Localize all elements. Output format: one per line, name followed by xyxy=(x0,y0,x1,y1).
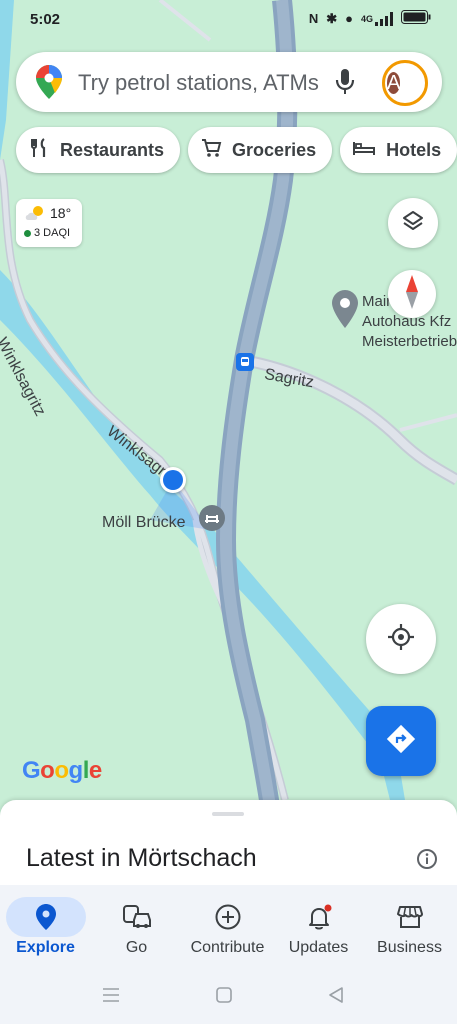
current-location-dot[interactable] xyxy=(160,467,186,493)
signal-icon: 4G xyxy=(360,11,393,26)
directions-button[interactable] xyxy=(366,706,436,776)
back-icon[interactable] xyxy=(328,987,344,1008)
explore-pin-icon xyxy=(5,897,86,937)
avatar[interactable]: A xyxy=(382,60,428,106)
nav-label: Business xyxy=(377,939,442,956)
compass-button[interactable] xyxy=(388,270,436,318)
partly-cloudy-icon xyxy=(24,204,46,227)
my-location-button[interactable] xyxy=(366,604,436,674)
bus-stop-icon[interactable] xyxy=(236,353,254,371)
nav-go[interactable]: Go xyxy=(91,885,182,965)
nav-label: Explore xyxy=(16,939,75,956)
layers-button[interactable] xyxy=(388,198,438,248)
nav-label: Updates xyxy=(288,939,349,956)
avatar-letter: A xyxy=(387,72,401,94)
map-canvas[interactable] xyxy=(0,0,457,820)
layers-icon xyxy=(401,209,425,238)
network-type: 4G xyxy=(360,13,373,24)
location-icon: ● xyxy=(345,11,353,26)
menu-icon[interactable] xyxy=(102,987,120,1008)
status-bar: 5:02 N ✱ ● 4G xyxy=(0,0,457,40)
nav-contribute[interactable]: Contribute xyxy=(182,885,273,965)
cart-icon xyxy=(200,137,222,164)
nav-label: Contribute xyxy=(190,939,265,956)
commute-icon xyxy=(97,897,177,937)
bottom-nav: Explore Go Contribute Updates Business xyxy=(0,885,457,965)
storefront-icon xyxy=(370,897,450,937)
nav-explore[interactable]: Explore xyxy=(0,885,91,965)
nav-business[interactable]: Business xyxy=(364,885,455,965)
bed-icon xyxy=(352,137,376,164)
add-circle-icon xyxy=(188,897,268,937)
bluetooth-icon: ✱ xyxy=(326,10,338,26)
sheet-drag-handle[interactable] xyxy=(212,812,244,816)
map-view[interactable]: Winklsagritz Winklsagri Sagritz Möll Brü… xyxy=(0,0,457,820)
chip-restaurants[interactable]: Restaurants xyxy=(16,127,181,173)
restaurant-icon xyxy=(28,137,50,164)
chip-label: Restaurants xyxy=(60,139,165,160)
nav-updates[interactable]: Updates xyxy=(273,885,364,965)
google-logo: Google xyxy=(22,757,102,784)
chip-label: Hotels xyxy=(386,139,442,160)
category-chips: Restaurants Groceries Hotels xyxy=(16,127,457,173)
home-icon[interactable] xyxy=(216,987,232,1008)
bell-icon xyxy=(279,897,359,937)
sheet-title: Latest in Mörtschach xyxy=(26,844,257,872)
nfc-icon: N xyxy=(308,11,319,26)
crosshair-icon xyxy=(387,623,415,656)
chip-label: Groceries xyxy=(232,139,317,160)
weather-temp: 18° xyxy=(50,205,72,221)
status-icons: N ✱ ● 4G xyxy=(309,10,431,27)
air-quality-dot-icon xyxy=(24,229,31,237)
air-quality-label: 3 DAQI xyxy=(34,227,71,239)
maps-pin-logo-icon xyxy=(36,65,62,104)
chip-hotels[interactable]: Hotels xyxy=(340,127,457,173)
compass-icon xyxy=(405,274,419,314)
place-label[interactable]: Möll Brücke xyxy=(102,514,186,532)
info-icon[interactable] xyxy=(416,848,438,875)
search-input[interactable]: Try petrol stations, ATMs xyxy=(78,70,328,96)
weather-widget[interactable]: 18° 3 DAQI xyxy=(16,199,82,247)
chip-groceries[interactable]: Groceries xyxy=(188,127,333,173)
air-quality: 3 DAQI xyxy=(24,227,70,239)
battery-icon xyxy=(401,10,431,27)
search-bar[interactable]: Try petrol stations, ATMs A xyxy=(16,52,442,112)
system-nav-bar xyxy=(0,965,457,1024)
bridge-icon[interactable] xyxy=(199,505,225,531)
mic-icon[interactable] xyxy=(334,68,356,101)
status-time: 5:02 xyxy=(30,11,61,28)
directions-icon xyxy=(386,724,416,759)
nav-label: Go xyxy=(125,939,148,956)
